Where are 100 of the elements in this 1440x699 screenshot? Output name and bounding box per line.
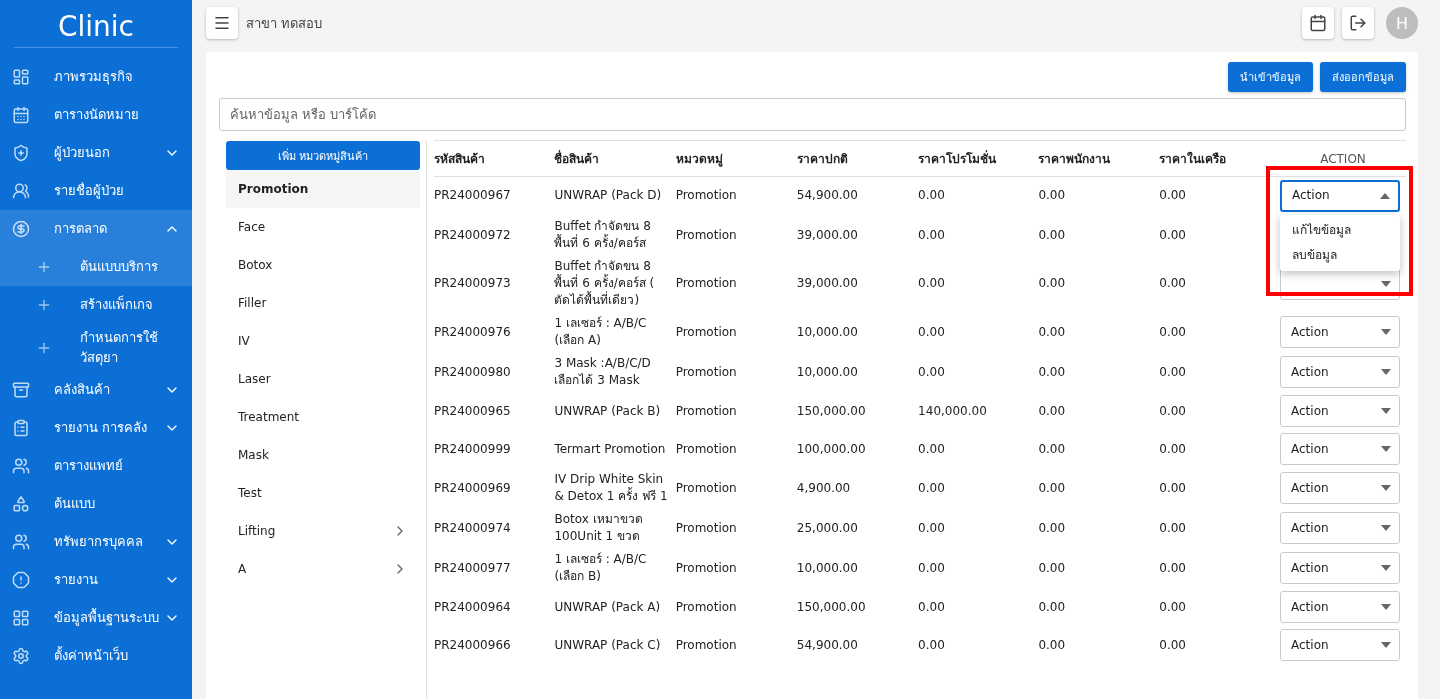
- sidebar-item[interactable]: ตั้งค่าหน้าเว็บ: [0, 637, 192, 675]
- action-select[interactable]: Action: [1280, 552, 1400, 585]
- category-item[interactable]: Laser: [226, 360, 420, 398]
- table-cell: PR24000973: [434, 255, 555, 313]
- table-cell: 100,000.00: [796, 430, 919, 469]
- category-item[interactable]: Lifting: [226, 512, 420, 550]
- column-header: ราคาพนักงาน: [1038, 140, 1160, 177]
- table-cell: 0.00: [1159, 548, 1280, 589]
- table-cell-text: 0.00: [918, 275, 946, 293]
- table-cell: 0.00: [1038, 176, 1160, 215]
- category-item[interactable]: Filler: [226, 284, 420, 322]
- sidebar-item[interactable]: คลังสินค้า: [0, 371, 192, 409]
- table-cell: Promotion: [675, 255, 797, 313]
- table-cell: Promotion: [675, 626, 797, 665]
- table-cell-text: PR24000976: [434, 323, 512, 341]
- category-item[interactable]: Botox: [226, 246, 420, 284]
- action-select[interactable]: Action: [1280, 316, 1400, 349]
- table-cell-text: PR24000977: [434, 559, 512, 577]
- table-cell-text: Promotion: [675, 598, 738, 616]
- table-cell-text: 0.00: [1038, 559, 1067, 577]
- column-header: ราคาในเครือ: [1159, 140, 1280, 177]
- table-cell-text: PR24000974: [434, 519, 512, 537]
- table-cell-text: 140,000.00: [918, 402, 988, 420]
- branch-name: สาขา ทดสอบ: [246, 14, 324, 33]
- table-cell-text: 0.00: [1159, 226, 1187, 244]
- table-cell-text: 0.00: [1038, 226, 1067, 244]
- table-cell-text: 0.00: [918, 363, 946, 381]
- sidebar-item[interactable]: ทรัพยากรบุคคล: [0, 523, 192, 561]
- action-select[interactable]: Action: [1280, 629, 1400, 662]
- table-cell: Promotion: [675, 176, 797, 215]
- sidebar-item[interactable]: ข้อมูลพื้นฐานระบบ: [0, 599, 192, 637]
- sidebar-item[interactable]: ตารางนัดหมาย: [0, 96, 192, 134]
- table-cell-text: PR24000965: [434, 402, 512, 420]
- table-cell-text: Promotion: [675, 363, 738, 381]
- table-cell-text: PR24000969: [434, 479, 512, 497]
- table-cell: 25,000.00: [796, 508, 919, 549]
- category-item[interactable]: A: [226, 550, 420, 588]
- table-cell: 39,000.00: [796, 255, 919, 313]
- category-item[interactable]: Mask: [226, 436, 420, 474]
- menu-item[interactable]: ลบข้อมูล: [1280, 243, 1400, 269]
- table-cell: 0.00: [1159, 312, 1280, 353]
- table-cell-text: 0.00: [918, 479, 946, 497]
- category-item[interactable]: Face: [226, 208, 420, 246]
- column-header: ราคาโปรโมชั่น: [918, 140, 1039, 177]
- table-cell-text: 0.00: [1038, 275, 1067, 293]
- table-cell: 4,900.00: [796, 468, 919, 509]
- table-cell: 54,900.00: [796, 626, 919, 665]
- table-cell: Termart Promotion: [554, 430, 676, 469]
- table-cell: PR24000972: [434, 215, 555, 256]
- table-cell-text: 0.00: [1038, 479, 1067, 497]
- search-field[interactable]: ค้นหาข้อมูล หรือ บาร์โค้ด: [219, 98, 1406, 131]
- sidebar-item[interactable]: รายงาน: [0, 561, 192, 599]
- table-cell: 0.00: [1159, 468, 1280, 509]
- table-cell-text: 0.00: [1038, 363, 1067, 381]
- import-button[interactable]: นำเข้าข้อมูล: [1228, 62, 1313, 92]
- menu-item[interactable]: แก้ไขข้อมูล: [1280, 218, 1400, 244]
- sidebar-item[interactable]: ต้นแบบ: [0, 485, 192, 523]
- column-header: หมวดหมู่: [675, 140, 797, 177]
- action-select[interactable]: Action: [1280, 356, 1400, 389]
- export-button[interactable]: ส่งออกข้อมูล: [1320, 62, 1406, 92]
- table-cell: 1 เลเซอร์ : A/B/C (เลือก B): [554, 548, 676, 589]
- action-select[interactable]: Action: [1280, 512, 1400, 545]
- action-select[interactable]: Action: [1280, 433, 1400, 466]
- column-header: ชื่อสินค้า: [554, 140, 676, 177]
- logo: Clinic: [14, 0, 178, 48]
- category-item[interactable]: Treatment: [226, 398, 420, 436]
- action-select[interactable]: Action: [1280, 395, 1400, 428]
- category-item[interactable]: IV: [226, 322, 420, 360]
- table-cell: PR24000980: [434, 352, 555, 393]
- sidebar-item[interactable]: ภาพรวมธุรกิจ: [0, 58, 192, 96]
- action-select[interactable]: Action: [1280, 591, 1400, 624]
- table-cell: Botox เหมาขวด 100Unit 1 ขวด: [554, 508, 676, 549]
- table-cell-text: 0.00: [918, 598, 946, 616]
- table-cell: Buffet กำจัดขน 8 พื้นที่ 6 ครั้ง/คอร์ส: [554, 215, 676, 256]
- sidebar-item[interactable]: การตลาด: [0, 210, 192, 248]
- table-cell-text: 0.00: [1038, 440, 1067, 458]
- sidebar-item[interactable]: รายชื่อผู้ป่วย: [0, 172, 192, 210]
- sidebar-item[interactable]: รายงาน การคลัง: [0, 409, 192, 447]
- table-cell-text: 0.00: [1038, 598, 1067, 616]
- add-category-button[interactable]: เพิ่ม หมวดหมู่สินค้า: [226, 141, 420, 170]
- sidebar-item[interactable]: ผู้ป่วยนอก: [0, 134, 192, 172]
- category-item[interactable]: Promotion: [226, 170, 420, 208]
- sidebar-subitem[interactable]: ต้นแบบบริการ: [0, 248, 192, 286]
- table-cell: 0.00: [1159, 626, 1280, 665]
- table-cell-text: 0.00: [918, 519, 946, 537]
- table-cell: 0.00: [1159, 176, 1280, 215]
- action-select[interactable]: Action: [1280, 472, 1400, 505]
- table-cell: 10,000.00: [796, 312, 919, 353]
- column-header: ACTION: [1279, 140, 1406, 177]
- table-cell: 150,000.00: [796, 588, 919, 627]
- category-item[interactable]: Test: [226, 474, 420, 512]
- table-cell: UNWRAP (Pack A): [554, 588, 676, 627]
- table-cell-text: 0.00: [918, 323, 946, 341]
- table-cell: UNWRAP (Pack B): [554, 392, 676, 431]
- column-header: ราคาปกติ: [796, 140, 919, 177]
- table-cell-text: PR24000966: [434, 636, 512, 654]
- sidebar-item[interactable]: ตารางแพทย์: [0, 447, 192, 485]
- sidebar-subitem[interactable]: กำหนดการใช้วัสดุยา: [0, 324, 192, 371]
- sidebar-subitem[interactable]: สร้างแพ็กเกจ: [0, 286, 192, 324]
- table-cell: 0.00: [918, 176, 1039, 215]
